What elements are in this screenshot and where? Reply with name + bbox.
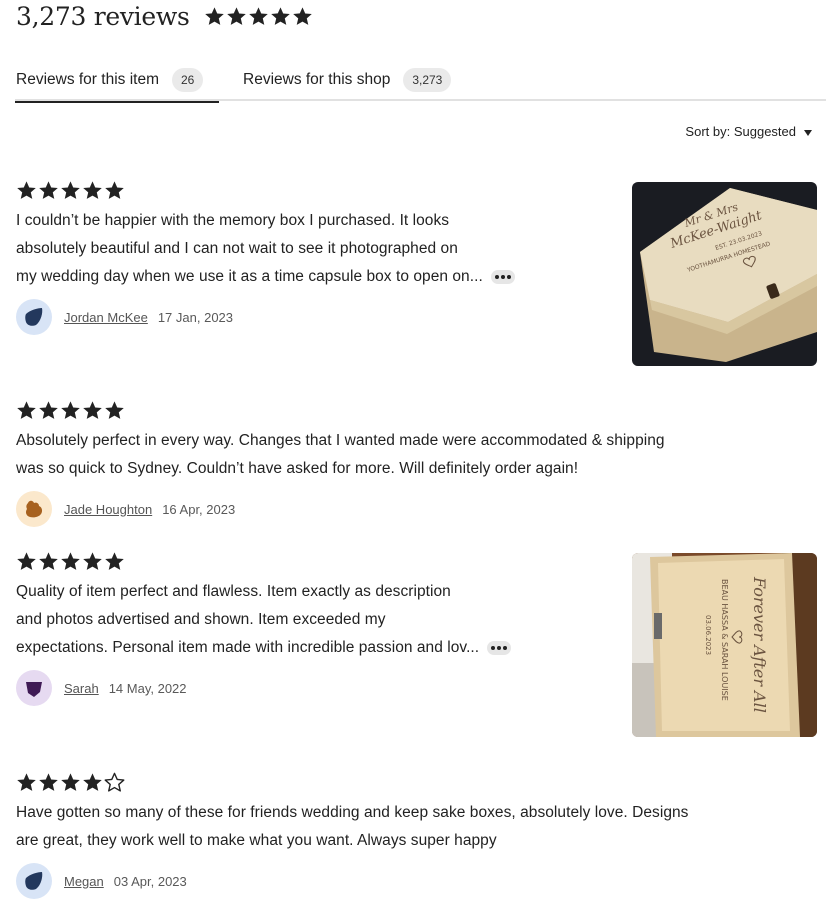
review-text: Have gotten so many of these for friends… <box>16 799 816 855</box>
review-text-line: expectations. Personal item made with in… <box>16 639 480 656</box>
tab-reviews-for-shop[interactable]: Reviews for this shop 3,273 <box>243 58 473 101</box>
review-text-line: Have gotten so many of these for friends… <box>16 804 689 821</box>
review-rating-stars <box>16 399 816 421</box>
star-icon <box>248 6 269 27</box>
sort-dropdown[interactable]: Sort by: Suggested <box>685 124 812 139</box>
review-item: Absolutely perfect in every way. Changes… <box>16 399 816 527</box>
reviews-tabs: Reviews for this item 26 Reviews for thi… <box>15 58 826 103</box>
more-ellipsis-button[interactable] <box>490 269 515 284</box>
review-date: 17 Jan, 2023 <box>157 309 234 325</box>
author-name-link[interactable]: Jordan McKee <box>64 310 148 325</box>
star-icon <box>38 400 59 421</box>
svg-text:Forever After All: Forever After All <box>750 576 769 713</box>
overall-rating-stars <box>204 6 313 27</box>
star-icon <box>292 6 313 27</box>
review-text: Absolutely perfect in every way. Changes… <box>16 427 816 483</box>
svg-text:03.06.2023: 03.06.2023 <box>704 615 712 655</box>
star-icon <box>60 772 81 793</box>
star-icon <box>226 6 247 27</box>
star-outline-icon <box>104 772 125 793</box>
review-photo-memory-box[interactable]: Mr & Mrs McKee-Waight EST. 23.03.2023 YO… <box>632 182 817 366</box>
review-date: 14 May, 2022 <box>108 680 187 696</box>
avatar-pick-icon <box>25 308 43 326</box>
star-icon <box>270 6 291 27</box>
star-icon <box>82 772 103 793</box>
star-icon <box>60 180 81 201</box>
tab-label: Reviews for this shop <box>243 70 391 88</box>
author-name-link[interactable]: Jade Houghton <box>64 502 152 517</box>
review-author: Jade Houghton 16 Apr, 2023 <box>16 491 816 527</box>
avatar[interactable] <box>16 299 52 335</box>
star-icon <box>38 772 59 793</box>
star-icon <box>82 551 103 572</box>
star-icon <box>82 400 103 421</box>
review-text-line: was so quick to Sydney. Couldn’t have as… <box>16 460 579 477</box>
review-date: 16 Apr, 2023 <box>162 501 236 517</box>
star-icon <box>204 6 225 27</box>
author-name-link[interactable]: Sarah <box>64 681 99 696</box>
avatar-pick-icon <box>25 872 43 890</box>
avatar[interactable] <box>16 670 52 706</box>
memory-box-photo: Mr & Mrs McKee-Waight EST. 23.03.2023 YO… <box>632 182 817 366</box>
review-item: Have gotten so many of these for friends… <box>16 771 816 899</box>
avatar-gem-icon <box>26 682 42 697</box>
caret-down-icon <box>804 130 812 136</box>
sort-label: Sort by: Suggested <box>685 124 796 139</box>
avatar[interactable] <box>16 491 52 527</box>
avatar[interactable] <box>16 863 52 899</box>
review-text-line: my wedding day when we use it as a time … <box>16 268 483 285</box>
tab-count-badge: 3,273 <box>403 67 452 92</box>
avatar-cat-icon <box>26 500 43 518</box>
star-icon <box>16 772 37 793</box>
star-icon <box>16 551 37 572</box>
review-date: 03 Apr, 2023 <box>113 873 187 889</box>
more-ellipsis-button[interactable] <box>487 640 512 655</box>
star-icon <box>16 400 37 421</box>
tab-count-badge: 26 <box>171 67 204 92</box>
reviews-header: 3,273 reviews <box>16 2 313 31</box>
review-rating-stars <box>16 771 816 793</box>
review-count: 3,273 reviews <box>16 2 190 31</box>
star-icon <box>16 180 37 201</box>
star-icon <box>82 180 103 201</box>
author-name-link[interactable]: Megan <box>64 874 104 889</box>
review-photo-forever-box[interactable]: Forever After All BEAU HASSA & SARAH LOU… <box>632 553 817 737</box>
review-text-line: are great, they work well to make what y… <box>16 832 497 849</box>
tab-reviews-for-item[interactable]: Reviews for this item 26 <box>15 58 219 103</box>
star-icon <box>104 180 125 201</box>
review-author: Megan 03 Apr, 2023 <box>16 863 816 899</box>
star-icon <box>38 180 59 201</box>
star-icon <box>60 551 81 572</box>
forever-box-photo: Forever After All BEAU HASSA & SARAH LOU… <box>632 553 817 737</box>
star-icon <box>38 551 59 572</box>
star-icon <box>104 551 125 572</box>
star-icon <box>60 400 81 421</box>
tab-label: Reviews for this item <box>16 70 159 88</box>
star-icon <box>104 400 125 421</box>
review-text-line: Absolutely perfect in every way. Changes… <box>16 432 665 449</box>
svg-text:BEAU HASSA & SARAH LOUISE: BEAU HASSA & SARAH LOUISE <box>720 579 729 701</box>
